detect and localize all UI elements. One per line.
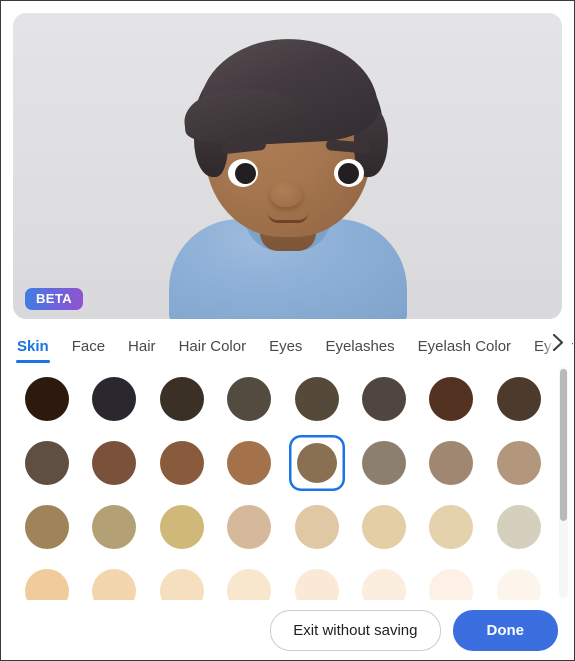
color-swatch-dot — [361, 505, 406, 549]
avatar-nose — [269, 181, 302, 207]
color-swatch-dot — [25, 569, 69, 600]
color-swatch-18[interactable] — [153, 499, 210, 555]
color-swatch-dot — [294, 569, 339, 600]
chevron-right-icon — [552, 333, 563, 351]
color-swatch-dot — [429, 377, 474, 421]
avatar-eye-right — [333, 159, 364, 187]
color-swatch-30[interactable] — [423, 563, 480, 600]
color-swatch-dot — [294, 377, 339, 421]
color-swatch-14[interactable] — [423, 435, 480, 491]
color-swatch-15[interactable] — [490, 435, 547, 491]
avatar-preview-section: BETA — [1, 1, 574, 319]
color-swatch-area[interactable] — [1, 363, 574, 600]
avatar-pupil-right — [337, 163, 359, 184]
dialog-action-bar: Exit without saving Done — [1, 600, 574, 660]
color-swatch-3[interactable] — [221, 371, 278, 427]
color-swatch-16[interactable] — [19, 499, 75, 555]
color-swatch-8[interactable] — [19, 435, 75, 491]
color-swatch-23[interactable] — [490, 499, 547, 555]
color-swatch-dot — [92, 569, 137, 600]
color-swatch-dot — [429, 569, 474, 600]
color-swatch-6[interactable] — [423, 371, 480, 427]
color-swatch-grid[interactable] — [1, 365, 574, 600]
avatar-mouth — [267, 213, 308, 223]
color-swatch-4[interactable] — [288, 371, 345, 427]
color-swatch-dot — [25, 441, 69, 485]
avatar-eye-left — [227, 159, 258, 187]
color-swatch-25[interactable] — [86, 563, 143, 600]
tab-skin[interactable]: Skin — [16, 338, 50, 363]
color-swatch-dot — [361, 377, 406, 421]
color-swatch-dot — [25, 377, 69, 421]
color-swatch-19[interactable] — [221, 499, 278, 555]
color-swatch-dot — [227, 377, 272, 421]
color-swatch-1[interactable] — [86, 371, 143, 427]
color-swatch-dot — [296, 443, 337, 483]
color-swatch-dot — [496, 505, 541, 549]
color-swatch-11[interactable] — [221, 435, 278, 491]
color-swatch-2[interactable] — [153, 371, 210, 427]
color-swatch-28[interactable] — [288, 563, 345, 600]
tab-eyelash-color[interactable]: Eyelash Color — [418, 338, 511, 363]
exit-without-saving-button[interactable]: Exit without saving — [270, 609, 441, 651]
color-swatch-21[interactable] — [355, 499, 412, 555]
tabs-scroll-next-button[interactable] — [544, 327, 572, 357]
tab-hair[interactable]: Hair — [128, 338, 156, 363]
color-swatch-dot — [361, 569, 406, 600]
swatch-scrollbar[interactable] — [559, 367, 568, 598]
color-swatch-dot — [429, 505, 474, 549]
color-swatch-20[interactable] — [288, 499, 345, 555]
color-swatch-dot — [496, 377, 541, 421]
color-swatch-dot — [159, 377, 204, 421]
color-swatch-dot — [159, 441, 204, 485]
color-swatch-0[interactable] — [19, 371, 75, 427]
color-swatch-22[interactable] — [423, 499, 480, 555]
color-swatch-dot — [361, 441, 406, 485]
color-swatch-dot — [159, 505, 204, 549]
color-swatch-17[interactable] — [86, 499, 143, 555]
color-swatch-7[interactable] — [490, 371, 547, 427]
color-swatch-dot — [92, 377, 137, 421]
avatar-pupil-left — [234, 163, 256, 184]
color-swatch-9[interactable] — [86, 435, 143, 491]
tab-eyelashes[interactable]: Eyelashes — [325, 338, 394, 363]
color-swatch-dot — [227, 441, 272, 485]
color-swatch-12[interactable] — [288, 435, 345, 491]
color-swatch-dot — [496, 569, 541, 600]
color-swatch-24[interactable] — [19, 563, 75, 600]
color-swatch-13[interactable] — [355, 435, 412, 491]
color-swatch-dot — [294, 505, 339, 549]
color-swatch-dot — [92, 505, 137, 549]
category-tabbar[interactable]: Skin Face Hair Hair Color Eyes Eyelashes Eyela… — [1, 319, 574, 363]
swatch-scrollbar-thumb[interactable] — [560, 369, 567, 521]
color-swatch-29[interactable] — [355, 563, 412, 600]
color-swatch-dot — [159, 569, 204, 600]
avatar-character[interactable] — [138, 13, 438, 319]
color-swatch-dot — [92, 441, 137, 485]
color-swatch-10[interactable] — [153, 435, 210, 491]
color-swatch-dot — [496, 441, 541, 485]
avatar-preview-panel[interactable]: BETA — [13, 13, 562, 319]
color-swatch-dot — [429, 441, 474, 485]
done-button[interactable]: Done — [452, 609, 558, 651]
tab-face[interactable]: Face — [72, 338, 105, 363]
color-swatch-26[interactable] — [153, 563, 210, 600]
tab-eyes[interactable]: Eyes — [269, 338, 302, 363]
beta-badge: BETA — [25, 288, 84, 310]
color-swatch-27[interactable] — [221, 563, 278, 600]
color-swatch-dot — [25, 505, 69, 549]
tab-hair-color[interactable]: Hair Color — [179, 338, 247, 363]
color-swatch-dot — [227, 569, 272, 600]
color-swatch-dot — [227, 505, 272, 549]
color-swatch-5[interactable] — [355, 371, 412, 427]
color-swatch-31[interactable] — [490, 563, 547, 600]
